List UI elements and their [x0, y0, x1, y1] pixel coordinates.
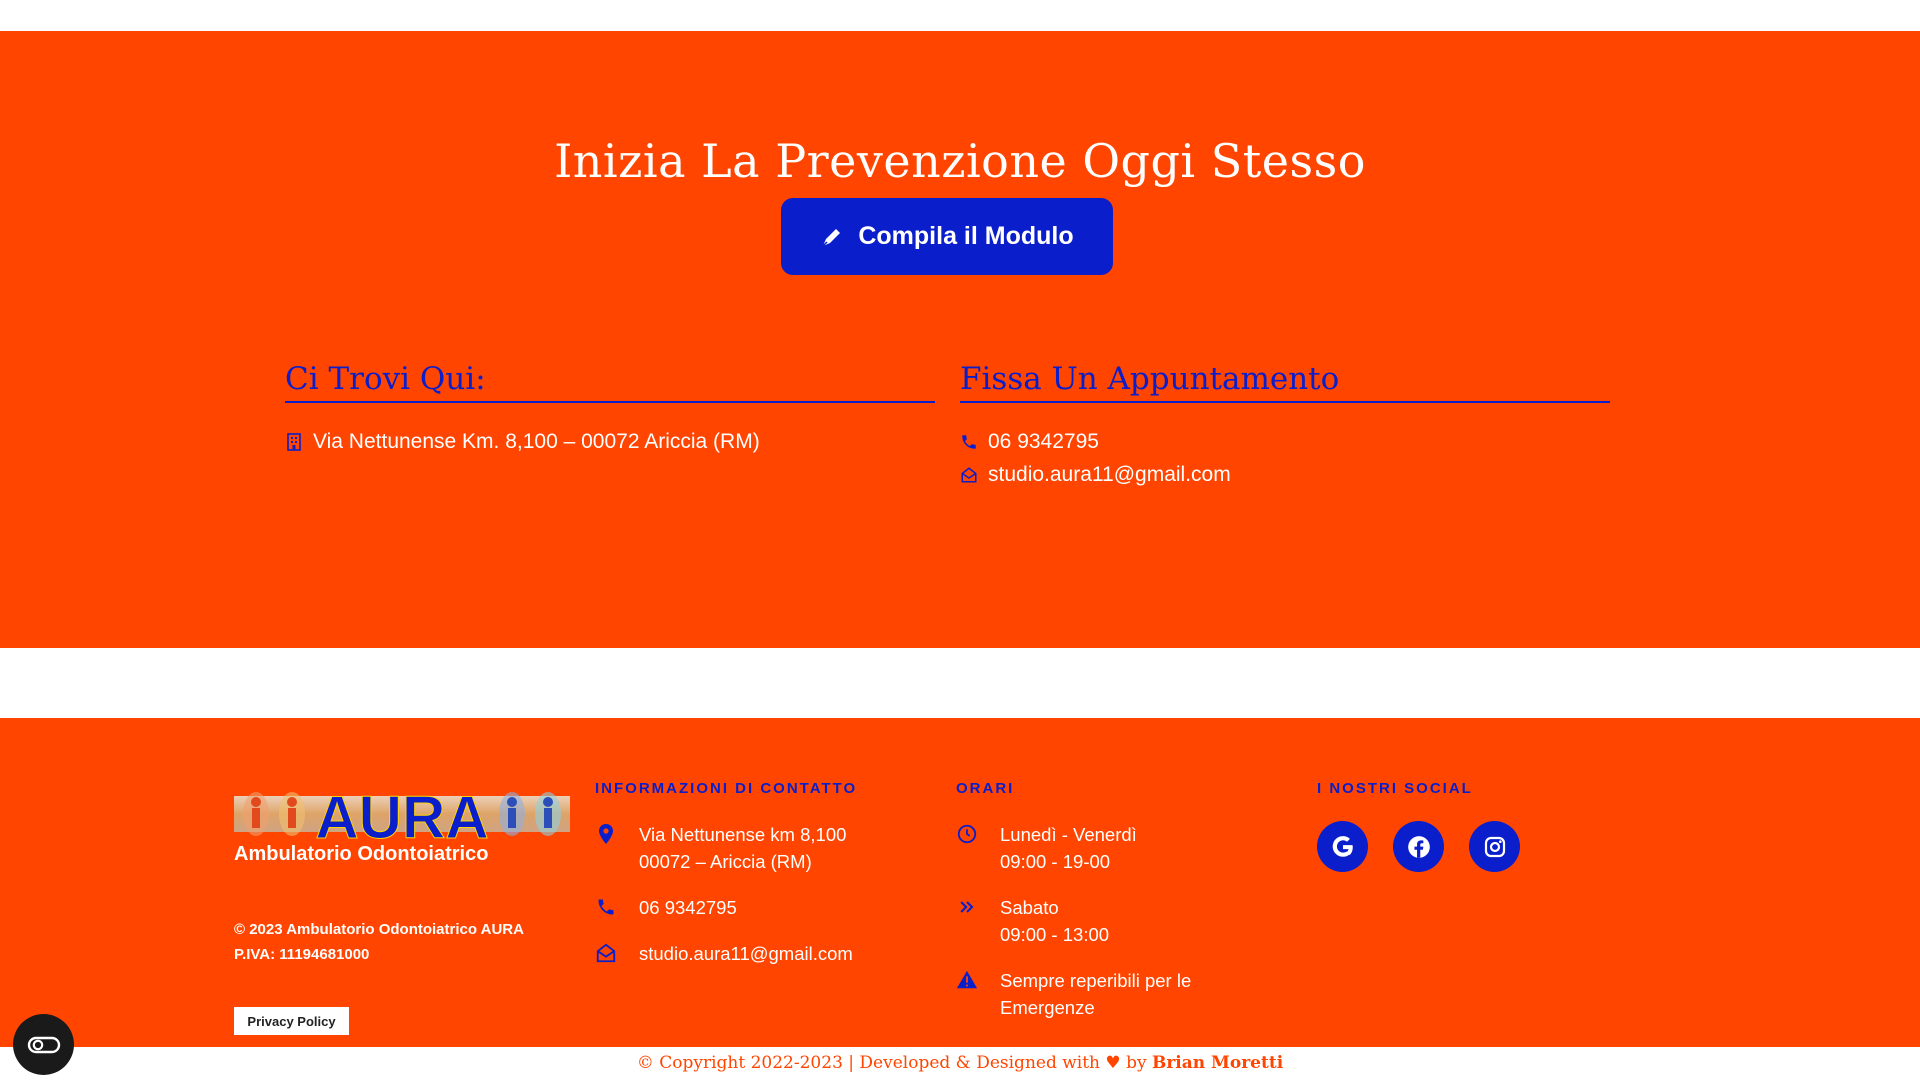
heart-icon: ♥ [1105, 1053, 1121, 1073]
clock-icon [956, 823, 978, 845]
facebook-icon [1406, 834, 1432, 860]
cta-section: Inizia La Prevenzione Oggi Stesso Compil… [0, 31, 1920, 648]
hours-emergency-item: Sempre reperibili per le Emergenze [956, 967, 1191, 1021]
hours-emergency-line2: Emergenze [1000, 997, 1095, 1018]
compile-form-button-label: Compila il Modulo [858, 222, 1074, 250]
aura-logo: AURA [234, 784, 570, 852]
facebook-link[interactable] [1393, 821, 1444, 872]
hours-weekdays-time: 09:00 - 19-00 [1000, 851, 1111, 872]
footer-address-item: Via Nettunense km 8,100 00072 – Ariccia … [595, 821, 846, 875]
appointment-phone-row[interactable]: 06 9342795 [960, 425, 1610, 458]
hours-saturday-time: 09:00 - 13:00 [1000, 924, 1110, 945]
contact-heading: INFORMAZIONI DI CONTATTO [595, 780, 858, 797]
author-link[interactable]: Brian Moretti [1152, 1053, 1283, 1073]
appointment-column: Fissa Un Appuntamento 06 9342795 studio.… [960, 361, 1610, 491]
locate-address: Via Nettunense Km. 8,100 – 00072 Ariccia… [313, 429, 760, 453]
envelope-open-icon [960, 466, 978, 484]
google-icon [1330, 834, 1356, 860]
social-heading: I NOSTRI SOCIAL [1317, 780, 1473, 797]
footer-copyright: © 2023 Ambulatorio Odontoiatrico AURA P.… [234, 917, 524, 967]
appointment-email-row[interactable]: studio.aura11@gmail.com [960, 458, 1610, 491]
footer-address-line1: Via Nettunense km 8,100 [639, 824, 847, 845]
locate-address-row: Via Nettunense Km. 8,100 – 00072 Ariccia… [285, 425, 935, 458]
compile-form-button[interactable]: Compila il Modulo [781, 198, 1113, 275]
logo-text: AURA [315, 784, 488, 844]
accessibility-button[interactable] [13, 1014, 74, 1075]
cta-title: Inizia La Prevenzione Oggi Stesso [554, 134, 1366, 188]
double-chevron-right-icon [956, 896, 978, 918]
footer-copyright-line1: © 2023 Ambulatorio Odontoiatrico AURA [234, 921, 524, 938]
locate-heading: Ci Trovi Qui: [285, 361, 935, 403]
hours-saturday-label: Sabato [1000, 897, 1059, 918]
hours-emergency-line1: Sempre reperibili per le [1000, 970, 1192, 991]
appointment-phone: 06 9342795 [988, 429, 1099, 453]
logo-subtitle: Ambulatorio Odontoiatrico [234, 843, 489, 865]
hours-heading: ORARI [956, 780, 1015, 797]
footer-vat: P.IVA: 11194681000 [234, 946, 370, 963]
pen-icon [820, 225, 844, 249]
building-icon [285, 432, 303, 451]
hours-weekdays-label: Lunedì - Venerdì [1000, 824, 1137, 845]
phone-icon [595, 896, 617, 918]
map-pin-icon [595, 823, 617, 845]
footer-address-line2: 00072 – Ariccia (RM) [639, 851, 812, 872]
copyright-text: Copyright 2022-2023 | Developed & Design… [659, 1053, 1101, 1073]
copyright-icon: © [636, 1053, 660, 1073]
accessibility-toggle-icon [27, 1035, 61, 1055]
instagram-link[interactable] [1469, 821, 1520, 872]
footer-email: studio.aura11@gmail.com [639, 943, 853, 964]
copyright-bar: © Copyright 2022-2023 | Developed & Desi… [0, 1047, 1920, 1080]
phone-icon [960, 433, 978, 451]
privacy-policy-button[interactable]: Privacy Policy [234, 1007, 349, 1035]
footer-phone-item[interactable]: 06 9342795 [595, 894, 737, 921]
google-link[interactable] [1317, 821, 1368, 872]
footer-phone: 06 9342795 [639, 897, 737, 918]
hours-weekdays-item: Lunedì - Venerdì 09:00 - 19-00 [956, 821, 1137, 875]
locate-column: Ci Trovi Qui: Via Nettunense Km. 8,100 –… [285, 361, 935, 458]
instagram-icon [1483, 835, 1507, 859]
hours-saturday-item: Sabato 09:00 - 13:00 [956, 894, 1109, 948]
footer-email-item[interactable]: studio.aura11@gmail.com [595, 940, 853, 967]
appointment-email: studio.aura11@gmail.com [988, 462, 1231, 486]
envelope-open-icon [595, 942, 617, 964]
warning-icon [956, 969, 978, 991]
copyright-by: by [1126, 1053, 1147, 1073]
appointment-heading: Fissa Un Appuntamento [960, 361, 1610, 403]
